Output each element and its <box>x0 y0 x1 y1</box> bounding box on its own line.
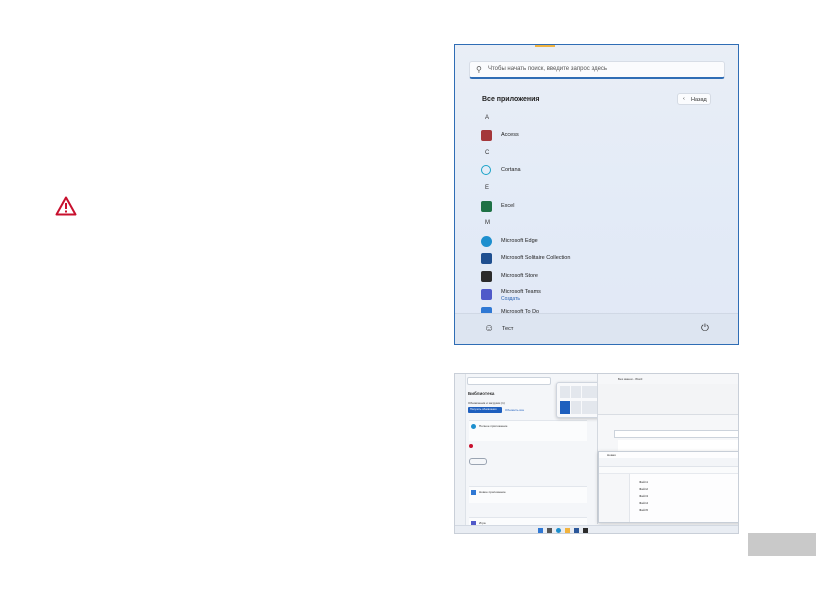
store-icon <box>481 271 492 282</box>
file-row[interactable]: Файл1 <box>639 480 648 484</box>
taskbar <box>455 525 738 533</box>
edge-icon <box>481 236 492 247</box>
file-row[interactable]: Файл2 <box>639 487 648 491</box>
store-title: Библиотека <box>468 391 495 396</box>
search-icon[interactable] <box>547 528 552 533</box>
app-icon <box>471 490 476 495</box>
snap-zone-selected[interactable] <box>560 401 570 414</box>
taskbar-accent <box>535 45 555 47</box>
get-updates-button[interactable]: Получить обновления <box>468 407 502 413</box>
update-all-link[interactable]: Обновить все <box>505 408 524 412</box>
back-button[interactable]: ‹ Назад <box>677 93 711 105</box>
word-icon[interactable] <box>574 528 579 533</box>
start-menu-screenshot: ⚲ Чтобы начать поиск, введите запрос зде… <box>454 44 739 345</box>
file-row[interactable]: Файл4 <box>639 501 648 505</box>
user-name[interactable]: Тест <box>502 326 513 332</box>
store-updates: Обновления и загрузки (1) <box>468 401 505 405</box>
page-marker <box>748 533 816 556</box>
store-search-input[interactable] <box>467 377 551 385</box>
warning-icon <box>55 196 77 216</box>
search-icon: ⚲ <box>476 65 482 74</box>
snap-layout-screenshot: Библиотека Обновления и загрузки (1) Пол… <box>454 373 739 534</box>
filter-all-button[interactable] <box>469 458 487 465</box>
start-footer: ☺ Тест ⏻ <box>455 313 738 344</box>
power-icon[interactable]: ⏻ <box>701 323 709 334</box>
file-row[interactable]: Файл3 <box>639 494 648 498</box>
teams-icon <box>481 289 492 300</box>
search-input[interactable]: ⚲ Чтобы начать поиск, введите запрос зде… <box>469 61 725 79</box>
letter-header[interactable]: A <box>485 115 489 121</box>
address-bar[interactable] <box>599 467 738 474</box>
word-ribbon <box>598 384 738 415</box>
word-search-input[interactable] <box>614 430 738 438</box>
explorer-title: Новая <box>607 453 616 457</box>
letter-header[interactable]: M <box>485 220 490 226</box>
chevron-left-icon: ‹ <box>683 96 685 102</box>
letter-header[interactable]: C <box>485 150 489 156</box>
file-row[interactable]: Файл5 <box>639 508 648 512</box>
snap-zone[interactable] <box>560 386 570 398</box>
user-icon[interactable]: ☺ <box>484 323 494 334</box>
library-item[interactable]: Полное приложение <box>469 420 587 441</box>
store-nav-rail <box>455 374 466 533</box>
explorer-nav-pane <box>599 474 630 522</box>
letter-header[interactable]: E <box>485 185 489 191</box>
word-title: Без имени - Word <box>618 377 643 381</box>
snap-zone[interactable] <box>571 401 581 414</box>
explorer-window: Новая Файл1 Файл2 Файл3 Файл4 Файл5 <box>598 451 738 523</box>
app-icon <box>471 424 476 429</box>
start-button[interactable] <box>538 528 543 533</box>
edge-icon[interactable] <box>556 528 561 533</box>
snap-zone[interactable] <box>571 386 581 398</box>
folder-icon[interactable] <box>565 528 570 533</box>
library-item[interactable]: Новое приложение <box>469 486 587 503</box>
cortana-icon <box>481 165 491 175</box>
solitaire-icon <box>481 253 492 264</box>
error-icon <box>469 444 473 448</box>
excel-icon <box>481 201 492 212</box>
search-placeholder: Чтобы начать поиск, введите запрос здесь <box>488 66 608 72</box>
all-apps-title: Все приложения <box>482 96 540 103</box>
store-icon[interactable] <box>583 528 588 533</box>
explorer-toolbar <box>599 458 738 467</box>
access-icon <box>481 130 492 141</box>
